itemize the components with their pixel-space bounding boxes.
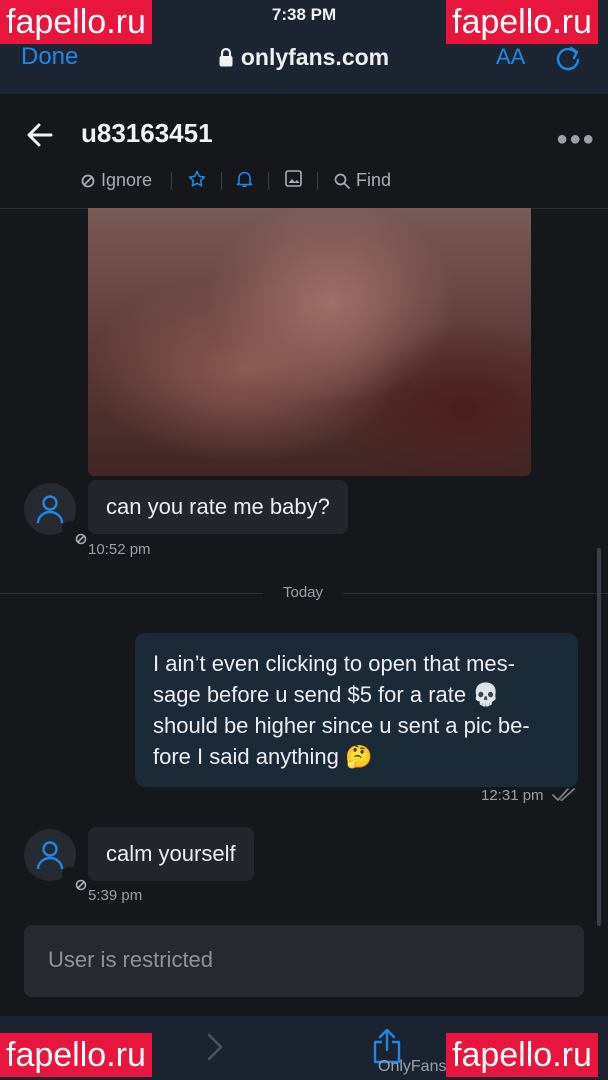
toolbar-divider [221,172,222,190]
message-line: sage before u send $5 for a rate 💀 [153,682,500,707]
lock-icon [219,46,233,73]
image-icon[interactable] [285,170,302,187]
chat-username: u83163451 [81,118,213,148]
message-time: 12:31 pm [481,787,544,804]
bell-icon[interactable] [236,170,253,188]
scrollbar[interactable] [597,548,601,926]
watermark-bottom-right: fapello.ru [446,1033,598,1077]
message-time: 10:52 pm [88,541,151,558]
blocked-icon [81,174,95,187]
message-bubble-incoming: calm yourself [88,827,254,881]
toolbar-divider [268,172,269,190]
date-divider-label: Today [282,584,324,601]
watermark-top-right: fapello.ru [446,0,598,44]
message-line: fore I said anything 🤔 [153,744,373,769]
avatar[interactable] [24,483,87,545]
message-bubble-incoming: can you rate me baby? [88,480,348,534]
blocked-icon [62,867,87,891]
avatar[interactable] [24,829,87,891]
date-divider-line [343,593,608,594]
find-label: Find [356,170,392,190]
search-icon [334,173,350,189]
date-divider-line [0,593,263,594]
star-icon[interactable] [188,170,206,188]
reload-icon[interactable] [554,44,582,77]
text-size-button[interactable]: AA [496,44,525,70]
toolbar-divider [171,172,172,190]
blurred-image-message[interactable] [88,208,531,476]
url-text: onlyfans.com [240,44,390,70]
message-line: should be higher since u sent a pic be- [153,713,530,738]
message-line: I ain’t even clicking to open that mes- [153,651,515,676]
restricted-label: User is restricted [48,947,214,972]
blocked-icon [62,521,87,545]
read-check-icon [552,787,578,808]
find-button[interactable]: Find [334,170,391,191]
restricted-notice: User is restricted [24,925,584,997]
forward-icon[interactable] [206,1033,224,1066]
user-icon [36,495,64,524]
message-time: 5:39 pm [88,887,143,904]
chat-header [0,94,608,209]
footer-host-label: OnlyFans [378,1058,447,1075]
ignore-label: Ignore [101,170,153,190]
watermark-bottom-left: fapello.ru [0,1033,152,1077]
ignore-button[interactable]: Ignore [81,170,152,191]
toolbar-divider [317,172,318,190]
more-options-icon[interactable]: ●●● [556,128,595,151]
message-bubble-outgoing: I ain’t even clicking to open that mes- … [135,633,578,787]
watermark-top-left: fapello.ru [0,0,152,44]
user-icon [36,841,64,870]
back-arrow-icon[interactable] [26,121,54,154]
